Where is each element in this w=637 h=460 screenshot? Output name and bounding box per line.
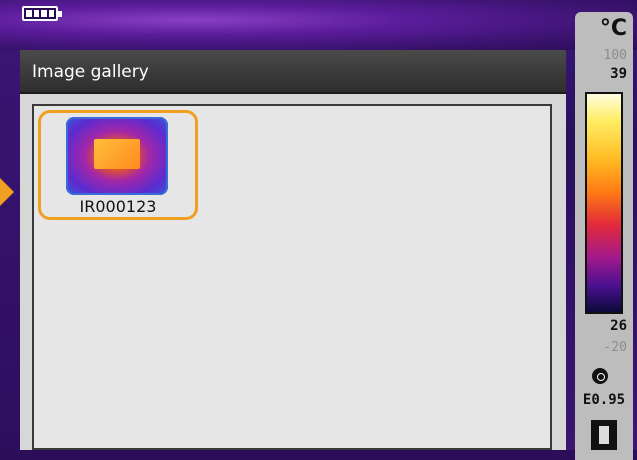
thermal-background — [0, 0, 637, 50]
thermal-background-bottom — [0, 450, 637, 460]
temperature-scale-panel: °C 100 39 26 -20 E0.95 — [575, 12, 633, 460]
battery-icon — [22, 6, 62, 21]
mode-icon[interactable] — [591, 420, 617, 450]
gallery-pane: IR000123 — [32, 104, 552, 450]
selection-arrow-icon — [0, 178, 14, 206]
thermal-background-left — [0, 50, 20, 450]
gallery-title: Image gallery — [20, 50, 566, 94]
gallery-thumbnail[interactable]: IR000123 — [38, 110, 198, 220]
auto-range-icon[interactable] — [592, 368, 608, 384]
temperature-unit: °C — [599, 16, 627, 41]
scale-range-max: 100 — [603, 48, 627, 63]
hot-spot — [94, 139, 140, 169]
scale-max-value: 39 — [610, 66, 627, 82]
image-gallery-window: Image gallery IR000123 — [20, 50, 566, 450]
color-palette-bar — [585, 92, 623, 314]
emissivity-value: E0.95 — [582, 392, 626, 408]
thumbnail-label: IR000123 — [79, 197, 157, 216]
scale-range-min: -20 — [603, 340, 627, 355]
thermal-image-thumbnail — [66, 117, 168, 195]
scale-min-value: 26 — [610, 318, 627, 334]
